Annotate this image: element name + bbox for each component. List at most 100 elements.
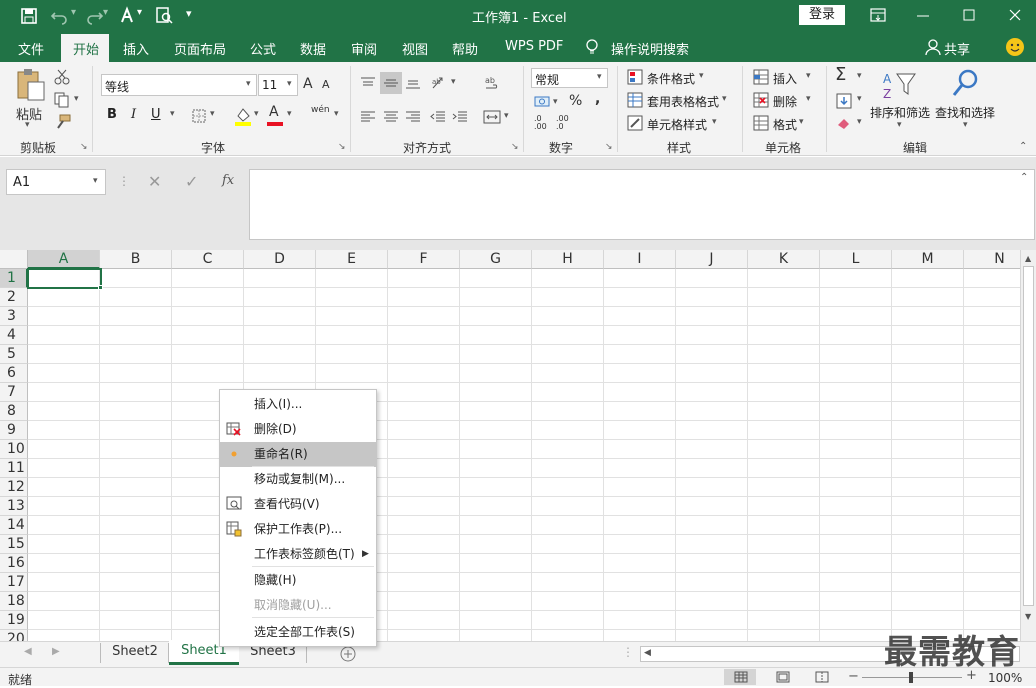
zoom-slider-thumb[interactable] (909, 672, 913, 683)
select-all-corner[interactable] (0, 250, 28, 269)
conditional-format-icon[interactable] (627, 69, 643, 85)
fill-dropdown-icon[interactable]: ▾ (254, 109, 259, 119)
context-menu-item-8[interactable]: 隐藏(H) (220, 568, 376, 593)
scroll-tabs-right-icon[interactable]: ▶ (52, 646, 60, 657)
enter-entry-icon[interactable]: ✓ (185, 172, 198, 191)
align-top-icon[interactable] (360, 76, 376, 90)
delete-cells-icon[interactable] (753, 92, 769, 108)
align-right-icon[interactable] (405, 110, 421, 124)
ribbon-display-icon[interactable] (870, 8, 886, 22)
undo-dropdown-icon[interactable]: ▾ (71, 7, 76, 18)
decrease-indent-icon[interactable] (430, 110, 446, 124)
paste-icon[interactable] (14, 68, 46, 102)
row-header-1[interactable]: 1 (0, 269, 28, 288)
row-header-6[interactable]: 6 (0, 364, 28, 383)
context-menu-item-7[interactable]: 工作表标签颜色(T) ▶ (220, 542, 376, 567)
page-layout-view-icon[interactable] (776, 671, 790, 683)
column-header-b[interactable]: B (100, 250, 172, 269)
column-header-f[interactable]: F (388, 250, 460, 269)
insert-function-icon[interactable]: fx (222, 173, 234, 188)
collapse-ribbon-icon[interactable]: ⌃ (1019, 141, 1027, 152)
formula-input[interactable]: ⌃ (249, 169, 1035, 240)
row-header-16[interactable]: 16 (0, 554, 28, 573)
phonetic-icon[interactable]: wén (311, 105, 330, 115)
chevron-down-icon[interactable]: ▾ (799, 117, 804, 127)
column-header-c[interactable]: C (172, 250, 244, 269)
italic-button[interactable]: I (131, 107, 136, 122)
row-header-20[interactable]: 20 (0, 630, 28, 641)
find-select-button[interactable]: 查找和选择 (935, 104, 995, 121)
format-as-table-icon[interactable] (627, 92, 643, 108)
sheet-tab[interactable]: Sheet2 (102, 641, 168, 665)
column-header-i[interactable]: I (604, 250, 676, 269)
row-header-18[interactable]: 18 (0, 592, 28, 611)
chevron-down-icon[interactable]: ▾ (699, 71, 704, 81)
sort-filter-icon[interactable]: AZ (883, 70, 917, 102)
fill-icon[interactable] (836, 93, 852, 109)
number-format-select[interactable]: 常规 ▾ (531, 68, 608, 88)
selected-cell[interactable] (27, 268, 102, 289)
tab-file[interactable]: 文件 (18, 39, 44, 58)
wrap-text-icon[interactable]: ab (484, 74, 502, 92)
scroll-left-icon[interactable]: ◀ (644, 648, 651, 658)
row-header-13[interactable]: 13 (0, 497, 28, 516)
decrease-font-icon[interactable]: A (322, 78, 330, 91)
tab-help[interactable]: 帮助 (452, 39, 478, 58)
border-icon[interactable] (191, 108, 207, 124)
row-header-7[interactable]: 7 (0, 383, 28, 402)
cell-styles-icon[interactable] (627, 115, 643, 131)
touch-dropdown-icon[interactable]: ▾ (137, 7, 142, 18)
sort-filter-button[interactable]: 排序和筛选 (870, 104, 930, 121)
context-menu-item-4[interactable]: 移动或复制(M)... (220, 467, 376, 492)
scroll-tabs-left-icon[interactable]: ◀ (24, 646, 32, 657)
smiley-icon[interactable] (1005, 37, 1025, 57)
tab-view[interactable]: 视图 (402, 39, 428, 58)
underline-button[interactable]: U (151, 107, 161, 122)
chevron-down-icon[interactable]: ▾ (806, 71, 811, 81)
autosum-icon[interactable]: Σ (835, 64, 846, 85)
login-button[interactable]: 登录 (799, 5, 845, 25)
zoom-level[interactable]: 100% (988, 671, 1022, 685)
undo-icon[interactable] (50, 7, 72, 25)
align-middle-icon[interactable] (383, 76, 399, 90)
tab-insert[interactable]: 插入 (123, 39, 149, 58)
normal-view-icon[interactable] (734, 671, 748, 683)
tab-page-layout[interactable]: 页面布局 (174, 39, 226, 58)
tab-split-grip-icon[interactable]: ⋮ (622, 645, 634, 659)
format-as-table-button[interactable]: 套用表格格式 (647, 93, 719, 110)
redo-dropdown-icon[interactable]: ▾ (103, 7, 108, 18)
accounting-format-icon[interactable] (534, 94, 552, 110)
format-cells-button[interactable]: 格式 (773, 116, 797, 133)
font-name-select[interactable]: 等线 ▾ (101, 74, 257, 96)
row-header-10[interactable]: 10 (0, 440, 28, 459)
copy-icon[interactable] (54, 92, 70, 108)
fill-handle[interactable] (98, 285, 103, 290)
delete-cells-button[interactable]: 删除 (773, 93, 797, 110)
column-header-j[interactable]: J (676, 250, 748, 269)
context-menu-item-10[interactable]: 选定全部工作表(S) (220, 620, 376, 645)
column-header-k[interactable]: K (748, 250, 820, 269)
row-header-14[interactable]: 14 (0, 516, 28, 535)
align-center-icon[interactable] (383, 110, 399, 124)
bold-button[interactable]: B (107, 107, 117, 122)
row-header-8[interactable]: 8 (0, 402, 28, 421)
column-header-h[interactable]: H (532, 250, 604, 269)
row-header-12[interactable]: 12 (0, 478, 28, 497)
row-header-11[interactable]: 11 (0, 459, 28, 478)
fill-color-icon[interactable] (234, 106, 252, 126)
percent-icon[interactable]: % (569, 93, 582, 109)
name-box[interactable]: A1 ▾ (6, 169, 106, 195)
format-cells-icon[interactable] (753, 115, 769, 131)
collapse-formula-icon[interactable]: ⌃ (1020, 172, 1028, 183)
merge-dropdown-icon[interactable]: ▾ (504, 111, 509, 121)
share-button[interactable]: 共享 (944, 39, 970, 58)
tab-home[interactable]: 开始 (73, 39, 99, 58)
vertical-scroll-thumb[interactable] (1023, 266, 1034, 606)
tell-me-search[interactable]: 操作说明搜索 (611, 39, 689, 58)
orientation-dropdown-icon[interactable]: ▾ (451, 77, 456, 87)
chevron-down-icon[interactable]: ▾ (712, 117, 717, 127)
context-menu-item-6[interactable]: 保护工作表(P)... (220, 517, 376, 542)
accounting-dropdown-icon[interactable]: ▾ (553, 97, 558, 107)
tab-data[interactable]: 数据 (300, 39, 326, 58)
font-size-select[interactable]: 11 ▾ (258, 74, 298, 96)
